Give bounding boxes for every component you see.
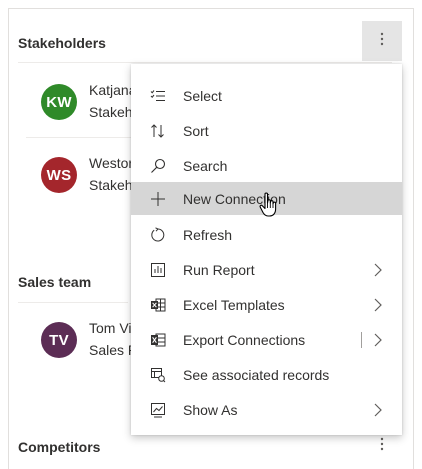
sales-team-title: Sales team [18, 274, 92, 290]
menu-item-label: Refresh [183, 226, 233, 243]
competitors-title: Competitors [18, 439, 101, 455]
menu-item-label: Select [183, 87, 222, 104]
sort-icon [149, 122, 167, 140]
more-vertical-icon [380, 32, 384, 51]
menu-item-label: Run Report [183, 261, 255, 278]
menu-item-show-as[interactable]: Show As [131, 393, 402, 426]
menu-item-sort[interactable]: Sort [131, 114, 402, 147]
menu-item-label: See associated records [183, 366, 330, 383]
stakeholders-title: Stakeholders [18, 35, 106, 51]
menu-item-export-connections[interactable]: Export Connections [131, 323, 402, 356]
avatar[interactable]: WS [41, 157, 77, 193]
menu-item-see-associated-records[interactable]: See associated records [131, 358, 402, 391]
menu-item-label: Export Connections [183, 331, 306, 348]
menu-item-label: Sort [183, 122, 209, 139]
chevron-right-icon [372, 262, 384, 278]
menu-item-excel-templates[interactable]: Excel Templates [131, 288, 402, 321]
export-excel-icon [149, 331, 167, 349]
row-divider [26, 137, 136, 138]
refresh-icon [149, 226, 167, 244]
menu-item-search[interactable]: Search [131, 149, 402, 182]
stakeholders-more-button[interactable] [362, 21, 402, 61]
chevron-right-icon [372, 297, 384, 313]
hand-cursor-icon [258, 192, 280, 218]
stakeholders-divider [18, 62, 392, 63]
context-menu: Select Sort Search New Connection Refres… [131, 64, 402, 435]
avatar[interactable]: TV [41, 322, 77, 358]
report-icon [149, 261, 167, 279]
multi-select-icon [149, 87, 167, 105]
search-icon [149, 157, 167, 175]
menu-item-label: Show As [183, 401, 238, 418]
contact-name[interactable]: Katjana [89, 82, 136, 98]
chevron-right-icon [372, 402, 384, 418]
associated-records-icon [149, 366, 167, 384]
menu-item-run-report[interactable]: Run Report [131, 253, 402, 286]
excel-icon [149, 296, 167, 314]
avatar[interactable]: KW [41, 84, 77, 120]
sales-team-divider [18, 302, 128, 303]
split-divider [361, 331, 362, 348]
chevron-right-icon[interactable] [372, 332, 384, 348]
show-as-icon [149, 401, 167, 419]
menu-item-label: Search [183, 157, 228, 174]
menu-item-select[interactable]: Select [131, 79, 402, 112]
menu-item-label: Excel Templates [183, 296, 285, 313]
menu-item-refresh[interactable]: Refresh [131, 218, 402, 251]
add-icon [149, 190, 167, 208]
more-vertical-icon [380, 437, 384, 456]
contact-name[interactable]: Westor [89, 155, 133, 171]
contact-role: Sales P [89, 342, 138, 358]
contact-name[interactable]: Tom Vi [89, 320, 132, 336]
